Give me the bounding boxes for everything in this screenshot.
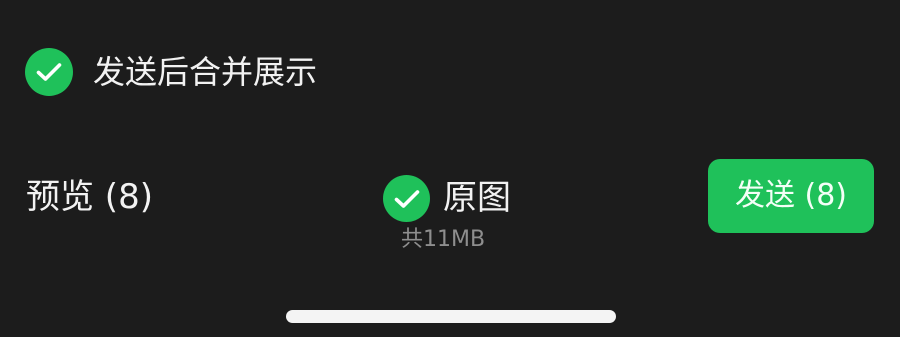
check-circle-icon[interactable] bbox=[25, 48, 73, 96]
original-image-label: 原图 bbox=[443, 178, 511, 218]
merge-display-label: 发送后合并展示 bbox=[93, 53, 318, 91]
merge-display-toggle[interactable]: 发送后合并展示 bbox=[25, 48, 345, 98]
send-button[interactable]: 发送 (8) bbox=[708, 159, 874, 233]
preview-button[interactable]: 预览 (8) bbox=[26, 175, 153, 219]
original-image-toggle[interactable]: 原图 共11MB bbox=[383, 175, 543, 255]
total-size-text: 共11MB bbox=[401, 227, 486, 252]
image-send-panel: 发送后合并展示 预览 (8) 原图 共11MB 发送 (8) bbox=[0, 0, 900, 337]
check-circle-icon[interactable] bbox=[383, 175, 430, 222]
home-indicator[interactable] bbox=[286, 310, 616, 323]
